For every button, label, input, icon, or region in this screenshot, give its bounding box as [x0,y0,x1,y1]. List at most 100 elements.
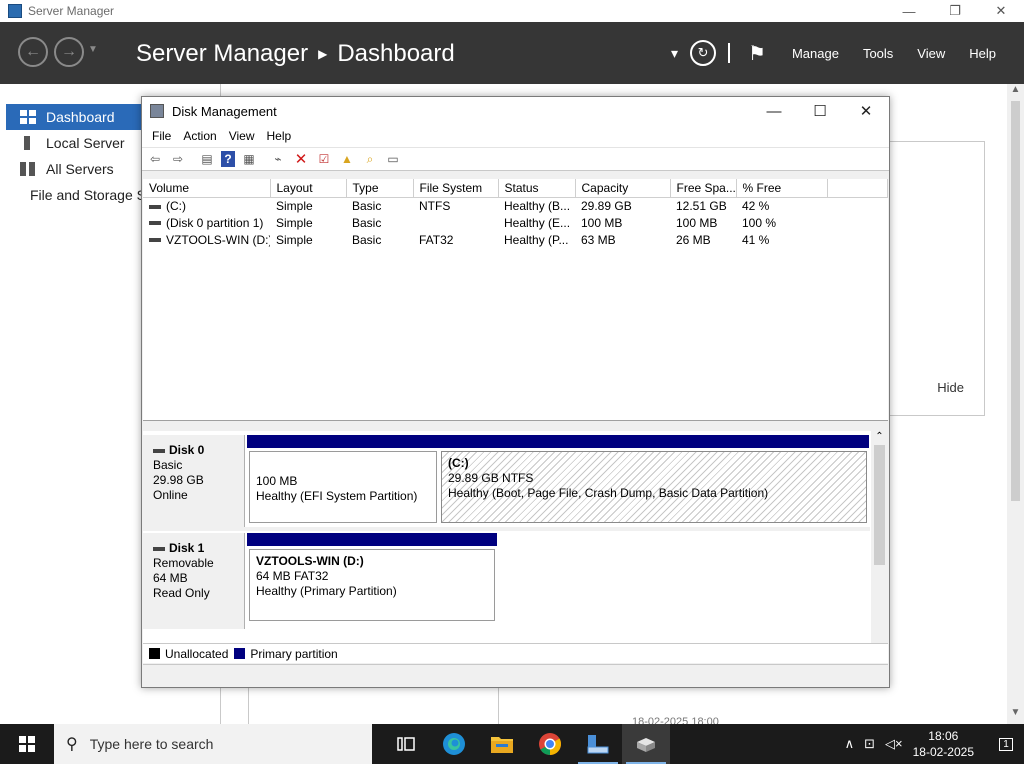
task-view-icon[interactable] [382,724,430,764]
column-header-type[interactable]: Type [346,179,414,198]
partition-d[interactable]: VZTOOLS-WIN (D:) 64 MB FAT32 Healthy (Pr… [247,533,497,623]
settings-icon[interactable]: ▭ [384,150,402,168]
minimize-button[interactable]: — [886,0,932,22]
hide-link[interactable]: Hide [937,380,964,395]
column-header-volume[interactable]: Volume [143,179,271,198]
taskbar-search[interactable]: ⚲ Type here to search [54,724,372,764]
back-arrow-icon[interactable]: ← [18,37,48,67]
disk-management-icon[interactable] [622,724,670,764]
view-icon[interactable]: ▤ [198,150,216,168]
disk-label[interactable]: Disk 1 Removable 64 MB Read Only [143,533,245,629]
scroll-up-icon[interactable]: ⌃ [871,431,888,445]
main-scrollbar[interactable]: ▲ ▼ [1007,84,1024,724]
volume-fs [413,214,498,231]
volume-status: Healthy (B... [504,198,571,213]
menu-tools[interactable]: Tools [863,46,893,61]
disk-pane-scrollbar[interactable]: ⌃ ⌄ [871,431,888,659]
menu-manage[interactable]: Manage [792,46,839,61]
sidebar-item-dashboard[interactable]: Dashboard [6,104,142,130]
minimize-button[interactable]: — [751,97,797,125]
connect-icon[interactable]: ⌁ [269,150,287,168]
partition-name: (C:) [448,456,469,470]
forward-arrow-icon[interactable]: → [54,37,84,67]
help-icon[interactable]: ? [221,151,235,167]
dropdown-icon[interactable]: ▾ [671,45,678,62]
forward-icon[interactable]: ⇨ [169,150,187,168]
clock-time: 18:06 [928,729,959,743]
disk-type: Basic [153,458,183,472]
menu-bar: File Action View Help [142,125,889,147]
sidebar-item-file-storage[interactable]: File and Storage Services [6,182,142,208]
close-button[interactable]: ✕ [843,97,889,125]
clock[interactable]: 18:06 18-02-2025 [913,728,974,760]
tray-expand-icon[interactable]: ∧ [845,736,855,752]
menu-help[interactable]: Help [969,46,996,61]
menu-view[interactable]: View [917,46,945,61]
notification-center-icon[interactable]: 1 [988,724,1024,764]
server-manager-icon[interactable] [574,724,622,764]
volume-pct-free: 100 % [742,215,777,230]
history-dropdown-icon[interactable]: ▼ [88,44,98,55]
volume-status: Healthy (E... [504,215,571,230]
breadcrumb-page: Dashboard [337,40,455,67]
search-folder-icon[interactable]: ⌕ [361,150,379,168]
menu-action[interactable]: Action [183,129,216,143]
clock-date: 18-02-2025 [912,745,974,759]
delete-icon[interactable]: ✕ [292,150,310,168]
maximize-button[interactable]: ☐ [797,97,843,125]
properties-icon[interactable]: ▦ [240,150,258,168]
volume-free: 26 MB [676,232,711,247]
volume-fs: FAT32 [419,232,454,247]
volume-icon [149,221,161,226]
partition-c[interactable]: (C:) 29.89 GB NTFS Healthy (Boot, Page F… [439,435,869,525]
back-icon[interactable]: ⇦ [146,150,164,168]
partition-bar [247,533,497,546]
volume-table: Volume Layout Type File System Status Ca… [143,179,888,248]
volume-muted-icon[interactable]: ◁× [885,736,903,752]
start-button[interactable] [0,724,54,764]
scroll-down-icon[interactable]: ▼ [1007,707,1024,724]
check-icon[interactable]: ☑ [315,150,333,168]
breadcrumb-app[interactable]: Server Manager [136,40,308,68]
menu-help[interactable]: Help [267,129,292,143]
partition-efi[interactable]: 100 MB Healthy (EFI System Partition) [247,435,439,525]
column-header-percent-free[interactable]: % Free [736,179,828,198]
table-row[interactable]: VZTOOLS-WIN (D:) Simple Basic FAT32 Heal… [143,231,888,248]
disk-separator [143,527,870,531]
column-header-empty [827,179,888,198]
chrome-icon[interactable] [526,724,574,764]
sidebar-item-all-servers[interactable]: All Servers [6,156,142,182]
edge-icon[interactable] [430,724,478,764]
scroll-thumb[interactable] [874,445,885,565]
legend-swatch-unallocated [149,648,160,659]
sidebar-item-local-server[interactable]: Local Server [6,130,142,156]
column-header-free-space[interactable]: Free Spa... [670,179,737,198]
restore-button[interactable]: ❐ [932,0,978,22]
notifications-flag-icon[interactable]: ⚑ [748,41,766,66]
dashboard-tile: Hide [888,141,985,416]
partition-status: Healthy (Boot, Page File, Crash Dump, Ba… [448,486,769,500]
menu-file[interactable]: File [152,129,171,143]
column-header-status[interactable]: Status [498,179,576,198]
disk-type: Removable [153,556,214,570]
up-folder-icon[interactable]: ▲ [338,150,356,168]
column-header-capacity[interactable]: Capacity [575,179,671,198]
partition-box-selected: (C:) 29.89 GB NTFS Healthy (Boot, Page F… [441,451,867,523]
close-button[interactable]: ✕ [978,0,1024,22]
network-icon[interactable]: ⊡ [864,736,875,752]
disk-management-window: Disk Management — ☐ ✕ File Action View H… [141,96,890,688]
file-explorer-icon[interactable] [478,724,526,764]
menu-view[interactable]: View [229,129,255,143]
partition-box: 100 MB Healthy (EFI System Partition) [249,451,437,523]
server-manager-titlebar: Server Manager — ❐ ✕ [0,0,1024,22]
table-header-row: Volume Layout Type File System Status Ca… [143,179,888,198]
table-row[interactable]: (C:) Simple Basic NTFS Healthy (B... 29.… [143,197,888,214]
disk-icon [153,546,165,551]
column-header-file-system[interactable]: File System [413,179,499,198]
disk-label[interactable]: Disk 0 Basic 29.98 GB Online [143,435,245,531]
table-row[interactable]: (Disk 0 partition 1) Simple Basic Health… [143,214,888,231]
scroll-thumb[interactable] [1011,101,1020,501]
column-header-layout[interactable]: Layout [270,179,347,198]
refresh-icon[interactable]: ↻ [690,40,717,66]
scroll-up-icon[interactable]: ▲ [1007,84,1024,101]
